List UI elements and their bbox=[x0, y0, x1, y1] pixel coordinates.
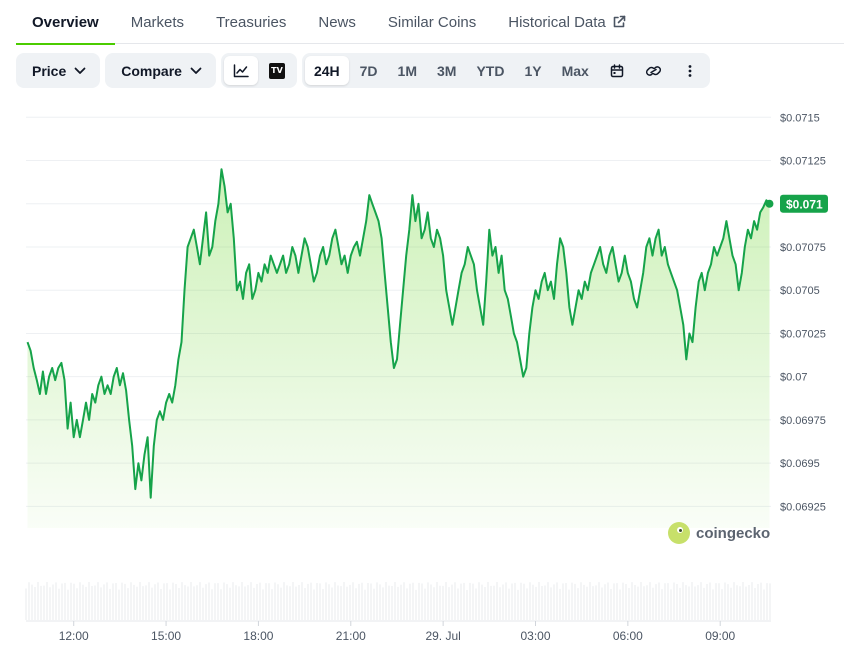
current-price-label: $0.071 bbox=[786, 197, 823, 211]
y-tick-label: $0.07 bbox=[780, 372, 808, 384]
coingecko-logo-icon bbox=[668, 522, 690, 544]
watermark-text: coingecko bbox=[696, 524, 771, 542]
y-tick-label: $0.0715 bbox=[780, 112, 820, 124]
x-tick-label: 18:00 bbox=[243, 629, 273, 643]
y-tick-label: $0.06975 bbox=[780, 415, 826, 427]
y-tick-label: $0.07025 bbox=[780, 328, 826, 340]
y-tick-label: $0.0695 bbox=[780, 458, 820, 470]
y-tick-label: $0.06925 bbox=[780, 501, 826, 513]
x-tick-label: 03:00 bbox=[520, 629, 550, 643]
price-chart[interactable]: $0.0715 $0.07125 $0.071 $0.07075 $0.0705 $0.0… bbox=[0, 0, 844, 645]
y-tick-label: $0.07125 bbox=[780, 156, 826, 168]
x-tick-label: 15:00 bbox=[151, 629, 181, 643]
coingecko-watermark: coingecko bbox=[668, 522, 770, 544]
y-tick-label: $0.0705 bbox=[780, 285, 820, 297]
current-price-dot bbox=[765, 199, 774, 208]
y-tick-label: $0.07075 bbox=[780, 242, 826, 254]
x-tick-label: 29. Jul bbox=[425, 629, 460, 643]
x-tick-label: 21:00 bbox=[336, 629, 366, 643]
x-tick-label: 09:00 bbox=[705, 629, 735, 643]
x-tick-label: 12:00 bbox=[59, 629, 89, 643]
x-tick-label: 06:00 bbox=[613, 629, 643, 643]
